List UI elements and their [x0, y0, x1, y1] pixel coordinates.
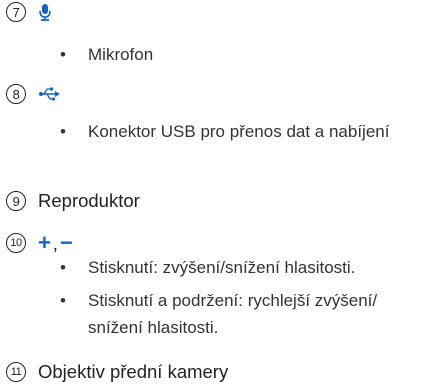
item-11-header: 11 Objektiv přední kamery: [6, 361, 228, 383]
volume-symbols: + ,−: [38, 232, 73, 254]
item-number-badge: 11: [6, 362, 26, 382]
item-10-bullet-1: • Stisknutí: zvýšení/snížení hlasitosti.: [60, 254, 433, 281]
item-8-header: 8: [6, 84, 60, 104]
bullet-text: Konektor USB pro přenos dat a nabíjení: [88, 122, 390, 141]
item-10-header: 10 + ,−: [6, 232, 73, 254]
item-8-bullet: • Konektor USB pro přenos dat a nabíjení: [60, 118, 433, 145]
item-number-badge: 8: [6, 84, 26, 104]
microphone-icon: [38, 3, 52, 21]
separator: ,: [52, 234, 58, 254]
bullet-text: Stisknutí a podržení: rychlejší zvýšení/…: [88, 291, 378, 337]
bullet-text: Mikrofon: [88, 45, 154, 64]
bullet-text: Stisknutí: zvýšení/snížení hlasitosti.: [88, 258, 356, 277]
minus-icon: −: [59, 230, 73, 255]
item-10-bullet-2: • Stisknutí a podržení: rychlejší zvýšen…: [60, 287, 433, 341]
bullet-dot: •: [60, 45, 66, 64]
bullet-dot: •: [60, 258, 66, 277]
item-number-badge: 7: [6, 2, 26, 22]
item-heading: Reproduktor: [38, 190, 140, 211]
item-heading: Objektiv přední kamery: [38, 361, 229, 382]
bullet-dot: •: [60, 122, 66, 141]
bullet-dot: •: [60, 291, 66, 310]
item-9-header: 9 Reproduktor: [6, 190, 140, 212]
plus-icon: +: [38, 230, 51, 255]
manual-page: 7 • Mikrofon 8 • Konektor USB pro přenos…: [0, 0, 440, 389]
item-number-badge: 10: [6, 233, 26, 253]
item-7-bullet: • Mikrofon: [60, 41, 433, 68]
item-7-header: 7: [6, 2, 52, 22]
item-number-badge: 9: [6, 191, 26, 211]
usb-icon: [38, 87, 60, 101]
